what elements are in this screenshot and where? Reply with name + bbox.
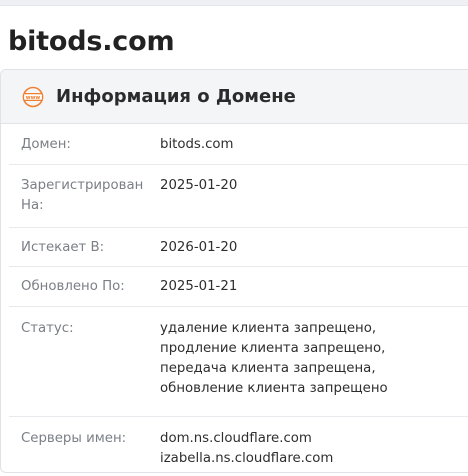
row-registered: Зарегистрирован На: 2025-01-20 <box>9 165 468 228</box>
domain-value: bitods.com <box>160 137 234 152</box>
row-label: Статус: <box>21 321 74 336</box>
row-value: удаление клиента запрещено, продление кл… <box>160 319 468 416</box>
row-value: dom.ns.cloudflare.com izabella.ns.cloudf… <box>160 429 468 473</box>
row-value: 2025-01-20 <box>160 176 468 227</box>
row-domain: Домен: bitods.com <box>9 124 468 165</box>
row-label: Зарегистрирован На: <box>21 178 144 213</box>
row-status: Статус: удаление клиента запрещено, прод… <box>9 307 468 417</box>
row-value: 2026-01-20 <box>160 238 468 266</box>
top-strip <box>0 0 468 6</box>
status-line: обновление клиента запрещено <box>160 381 388 396</box>
status-line: передача клиента запрещена, <box>160 361 376 376</box>
card-title: Информация о Домене <box>56 86 296 107</box>
expires-value: 2026-01-20 <box>160 240 238 255</box>
www-globe-icon: www <box>22 86 44 108</box>
card-header: www Информация о Домене <box>1 70 468 124</box>
row-label: Серверы имен: <box>21 431 127 446</box>
nameserver-value: dom.ns.cloudflare.com <box>160 431 312 446</box>
registered-value: 2025-01-20 <box>160 178 238 193</box>
page-title: bitods.com <box>8 26 175 57</box>
row-label: Истекает В: <box>21 240 105 255</box>
status-line: продление клиента запрещено, <box>160 341 386 356</box>
svg-text:www: www <box>26 94 41 100</box>
row-value: 2025-01-21 <box>160 277 468 306</box>
row-updated: Обновлено По: 2025-01-21 <box>9 267 468 307</box>
status-line: удаление клиента запрещено, <box>160 321 377 336</box>
updated-value: 2025-01-21 <box>160 279 238 294</box>
row-expires: Истекает В: 2026-01-20 <box>9 228 468 267</box>
row-label: Обновлено По: <box>21 279 125 294</box>
info-table: Домен: bitods.com Зарегистрирован На: 20… <box>1 124 468 473</box>
row-label: Домен: <box>21 137 71 152</box>
nameserver-value: izabella.ns.cloudflare.com <box>160 451 334 466</box>
domain-info-card: www Информация о Домене Домен: bitods.co… <box>0 69 468 473</box>
row-nameservers: Серверы имен: dom.ns.cloudflare.com izab… <box>9 417 468 473</box>
row-value: bitods.com <box>160 135 468 164</box>
